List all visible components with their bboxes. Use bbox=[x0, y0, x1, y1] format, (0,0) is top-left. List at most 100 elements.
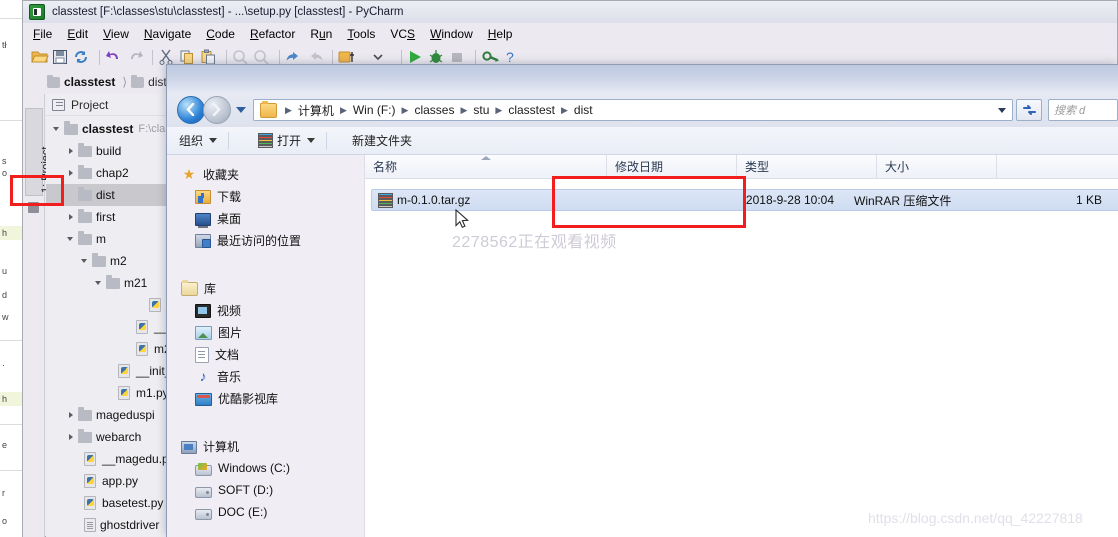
menu-tools[interactable]: Tools bbox=[347, 27, 375, 41]
chevron-down-icon[interactable] bbox=[94, 278, 105, 289]
redo-icon[interactable] bbox=[126, 49, 144, 66]
chevron-down-icon[interactable] bbox=[80, 256, 91, 267]
breadcrumb-item-classtest[interactable]: classtest bbox=[47, 74, 115, 89]
pycharm-window-title: classtest [F:\classes\stu\classtest] - .… bbox=[52, 6, 404, 18]
sidebar-label: 音乐 bbox=[217, 369, 242, 384]
column-label: 大小 bbox=[885, 160, 910, 174]
sidebar-header-libraries[interactable]: 库 bbox=[167, 277, 364, 299]
sidebar-label: 优酷影视库 bbox=[218, 391, 279, 406]
chevron-right-icon[interactable] bbox=[66, 410, 77, 421]
tree-item-label: first bbox=[96, 210, 116, 224]
computer-icon bbox=[181, 440, 197, 454]
chevron-right-icon[interactable] bbox=[66, 146, 77, 157]
address-chevron-down-icon[interactable] bbox=[998, 107, 1006, 113]
menu-help[interactable]: Help bbox=[488, 27, 513, 41]
menu-edit[interactable]: Edit bbox=[67, 27, 88, 41]
search-input[interactable]: 搜索 d bbox=[1048, 99, 1118, 121]
column-header-date[interactable]: 修改日期 bbox=[607, 155, 737, 178]
system-drive-icon bbox=[195, 462, 212, 476]
back-button[interactable] bbox=[177, 96, 205, 124]
recent-places-icon bbox=[195, 234, 211, 248]
sidebar-item-drive-d[interactable]: SOFT (D:) bbox=[167, 479, 364, 501]
column-label: 类型 bbox=[745, 160, 770, 174]
folder-icon bbox=[47, 74, 60, 88]
column-header-size[interactable]: 大小 bbox=[877, 155, 997, 178]
column-header-name[interactable]: 名称 bbox=[365, 155, 607, 178]
tree-item-label: webarch bbox=[96, 430, 142, 444]
tree-item-label: classtest bbox=[82, 122, 134, 136]
recent-locations-chevron-down-icon[interactable] bbox=[236, 107, 246, 113]
python-file-icon bbox=[118, 386, 132, 400]
address-crumb-computer[interactable]: 计算机 bbox=[297, 102, 335, 119]
menu-navigate[interactable]: Navigate bbox=[144, 27, 191, 41]
sidebar-item-documents[interactable]: 文档 bbox=[167, 343, 364, 365]
file-type: WinRAR 压缩文件 bbox=[854, 193, 952, 208]
address-bar[interactable]: ▶ 计算机 ▶ Win (F:) ▶ classes ▶ stu ▶ class… bbox=[253, 99, 1013, 121]
sidebar-label: Windows (C:) bbox=[218, 461, 291, 475]
address-separator-icon: ▶ bbox=[460, 104, 468, 115]
sidebar-label: 计算机 bbox=[203, 439, 240, 454]
chevron-down-icon[interactable] bbox=[66, 234, 77, 245]
sort-ascending-icon bbox=[480, 156, 491, 160]
folder-icon bbox=[78, 231, 92, 245]
folder-icon bbox=[78, 165, 92, 179]
sidebar-label: 文档 bbox=[215, 347, 240, 362]
sync-icon[interactable] bbox=[73, 49, 91, 66]
sidebar-item-music[interactable]: ♪ 音乐 bbox=[167, 365, 364, 387]
sidebar-item-downloads[interactable]: 下载 bbox=[167, 185, 364, 207]
new-folder-button[interactable]: 新建文件夹 bbox=[345, 130, 419, 152]
sidebar-item-drive-c[interactable]: Windows (C:) bbox=[167, 457, 364, 479]
pycharm-icon bbox=[29, 4, 45, 20]
sidebar-group-favorites: ★ 收藏夹 下载 桌面 最近访问的位置 bbox=[167, 163, 364, 251]
forward-button[interactable] bbox=[203, 96, 231, 124]
sidebar-item-recent-places[interactable]: 最近访问的位置 bbox=[167, 229, 364, 251]
address-crumb-stu[interactable]: stu bbox=[472, 103, 490, 117]
tree-item-label: m bbox=[96, 232, 106, 246]
undo-icon[interactable] bbox=[105, 49, 123, 66]
address-crumb-drive[interactable]: Win (F:) bbox=[352, 103, 397, 117]
folder-icon bbox=[92, 253, 106, 267]
chevron-right-icon[interactable] bbox=[66, 212, 77, 223]
pycharm-menu-bar: File Edit View Navigate Code Refactor Ru… bbox=[23, 23, 1117, 45]
desktop-icon bbox=[195, 212, 211, 228]
menu-view[interactable]: View bbox=[103, 27, 129, 41]
sidebar-item-pictures[interactable]: 图片 bbox=[167, 321, 364, 343]
sidebar-item-desktop[interactable]: 桌面 bbox=[167, 207, 364, 229]
address-crumb-classtest[interactable]: classtest bbox=[507, 103, 556, 117]
sidebar-item-drive-e[interactable]: DOC (E:) bbox=[167, 501, 364, 523]
address-separator-icon: ▶ bbox=[339, 104, 347, 115]
menu-refactor[interactable]: Refactor bbox=[250, 27, 295, 41]
menu-window[interactable]: Window bbox=[430, 27, 473, 41]
menu-code[interactable]: Code bbox=[206, 27, 235, 41]
open-folder-icon[interactable] bbox=[31, 49, 49, 66]
python-file-icon bbox=[136, 320, 150, 334]
pycharm-title-bar: classtest [F:\classes\stu\classtest] - .… bbox=[23, 1, 1117, 23]
tree-item-label: m1.py bbox=[136, 386, 169, 400]
folder-icon bbox=[64, 121, 78, 135]
breadcrumb-item-dist[interactable]: dist bbox=[131, 74, 167, 89]
chevron-right-icon[interactable] bbox=[66, 168, 77, 179]
refresh-button[interactable] bbox=[1016, 99, 1042, 121]
organize-button[interactable]: 组织 bbox=[172, 130, 224, 152]
sidebar-header-computer[interactable]: 计算机 bbox=[167, 435, 364, 457]
column-header-type[interactable]: 类型 bbox=[737, 155, 877, 178]
chevron-right-icon[interactable] bbox=[66, 432, 77, 443]
menu-vcs[interactable]: VCS bbox=[390, 27, 415, 41]
sidebar-header-favorites[interactable]: ★ 收藏夹 bbox=[167, 163, 364, 185]
winrar-icon bbox=[258, 133, 274, 148]
menu-file[interactable]: File bbox=[33, 27, 52, 41]
chevron-down-icon[interactable] bbox=[52, 124, 63, 135]
save-all-icon[interactable] bbox=[52, 49, 70, 66]
open-button[interactable]: 打开 bbox=[251, 130, 322, 152]
youku-library-icon bbox=[195, 393, 212, 406]
folder-icon bbox=[78, 143, 92, 157]
address-crumb-classes[interactable]: classes bbox=[413, 103, 455, 117]
folder-icon bbox=[78, 407, 92, 421]
sidebar-item-youku-library[interactable]: 优酷影视库 bbox=[167, 387, 364, 409]
address-crumb-dist[interactable]: dist bbox=[573, 103, 594, 117]
sidebar-item-videos[interactable]: 视频 bbox=[167, 299, 364, 321]
menu-run[interactable]: Run bbox=[310, 27, 332, 41]
project-view-icon bbox=[52, 98, 65, 111]
watermark-url: https://blog.csdn.net/qq_42227818 bbox=[868, 510, 1083, 526]
column-label: 修改日期 bbox=[615, 160, 664, 174]
